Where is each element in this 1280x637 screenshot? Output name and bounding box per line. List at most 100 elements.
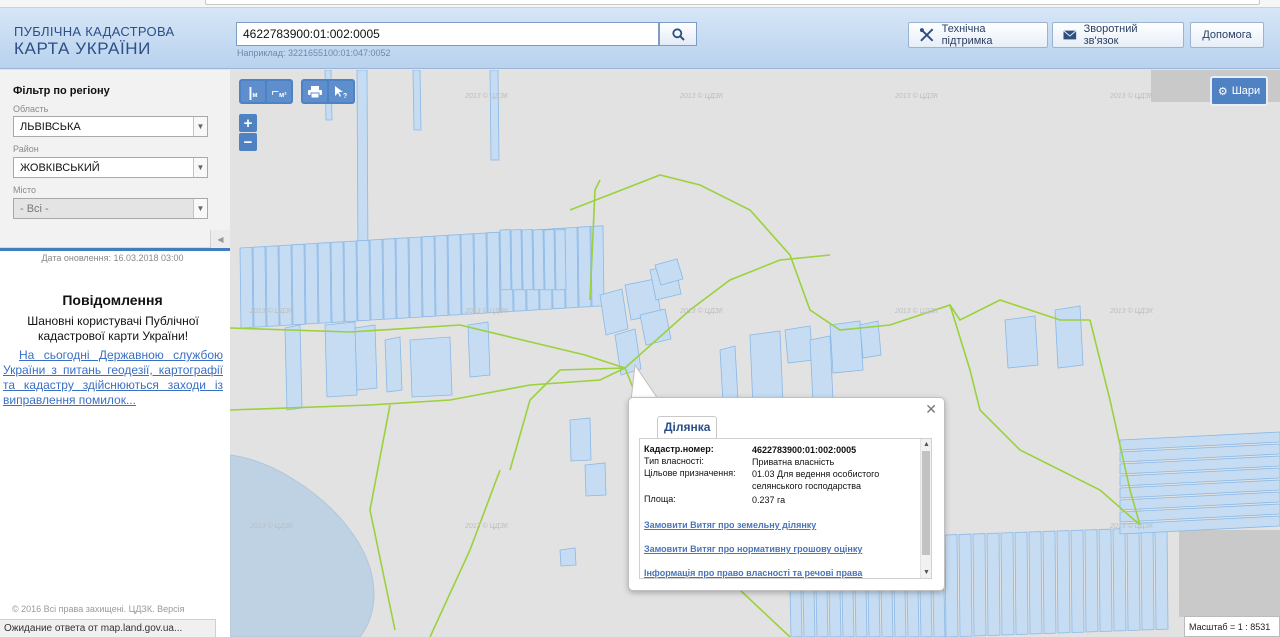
parcel[interactable] [809, 335, 834, 404]
parcel[interactable] [1140, 527, 1155, 631]
parcel[interactable] [854, 589, 868, 637]
parcel[interactable] [919, 589, 933, 637]
parcel[interactable] [521, 229, 534, 291]
parcel[interactable] [554, 229, 567, 291]
parcel[interactable] [473, 232, 488, 315]
support-button[interactable]: Технічна підтримка [908, 22, 1048, 48]
parcel[interactable] [1056, 530, 1071, 634]
ownership-info-link[interactable]: Інформація про право власності та речові… [644, 568, 862, 578]
notice-link[interactable]: На сьогодні Державною службою України з … [3, 348, 223, 408]
parcel[interactable] [932, 589, 946, 637]
search-button[interactable] [659, 22, 697, 46]
parcel[interactable] [239, 246, 254, 329]
parcel[interactable] [802, 589, 816, 637]
scroll-down-icon[interactable]: ▼ [921, 567, 931, 578]
parcel[interactable] [382, 238, 397, 320]
help-button[interactable]: Допомога [1190, 22, 1264, 48]
parcel[interactable] [958, 533, 973, 637]
layers-button[interactable]: ⚙ Шари [1210, 76, 1268, 106]
parcel[interactable] [1000, 532, 1015, 636]
parcel[interactable] [564, 226, 579, 309]
parcel[interactable] [784, 325, 814, 364]
identify-button[interactable]: ? [329, 81, 353, 102]
parcel[interactable] [460, 233, 475, 315]
order-extract-link[interactable]: Замовити Витяг про земельну ділянку [644, 520, 816, 530]
parcel[interactable] [719, 345, 739, 404]
collapse-sidebar-button[interactable]: ◀ [210, 230, 230, 248]
parcel[interactable] [577, 226, 592, 308]
parcel[interactable] [499, 229, 512, 291]
city-select[interactable]: - Всі - ▼ [13, 198, 208, 219]
address-bar[interactable] [205, 0, 1260, 5]
parcel[interactable] [1014, 531, 1029, 635]
parcel[interactable] [317, 242, 332, 324]
parcel[interactable] [1098, 528, 1113, 632]
parcel[interactable] [599, 288, 629, 336]
parcel[interactable] [486, 231, 501, 314]
parcel[interactable] [828, 589, 842, 637]
logo-line1[interactable]: ПУБЛІЧНА КАДАСТРОВА [14, 24, 174, 39]
parcel[interactable] [841, 589, 855, 637]
parcel[interactable] [543, 229, 556, 291]
parcel[interactable] [893, 589, 907, 637]
scroll-up-icon[interactable]: ▲ [921, 439, 931, 450]
parcel[interactable] [569, 417, 592, 462]
parcel[interactable] [1042, 530, 1057, 634]
parcel[interactable] [409, 336, 453, 398]
parcel[interactable] [789, 589, 803, 637]
parcel[interactable] [972, 533, 987, 637]
parcel[interactable] [815, 589, 829, 637]
tab-parcel[interactable]: Ділянка [657, 416, 718, 438]
parcel[interactable] [584, 462, 607, 497]
scroll-thumb[interactable] [922, 451, 930, 555]
parcel[interactable] [369, 238, 384, 321]
close-icon[interactable]: ✕ [925, 401, 937, 418]
parcel[interactable] [421, 235, 436, 318]
parcel[interactable] [395, 237, 410, 319]
parcel[interactable] [304, 242, 319, 325]
parcel[interactable] [252, 246, 267, 328]
parcel[interactable] [408, 236, 423, 319]
zoom-out-button[interactable]: − [239, 133, 257, 151]
parcel[interactable] [510, 229, 523, 291]
map-canvas[interactable]: 2013 © ЦДЗК 2013 © ЦДЗК 2013 © ЦДЗК 2013 © … [230, 70, 1280, 637]
raion-select[interactable]: ЖОВКІВСЬКИЙ ▼ [13, 157, 208, 178]
parcel[interactable] [291, 243, 306, 326]
parcel[interactable] [1112, 528, 1127, 632]
parcel[interactable] [434, 234, 449, 317]
parcel[interactable] [489, 70, 500, 161]
parcel[interactable] [284, 324, 303, 411]
parcel[interactable] [867, 589, 881, 637]
parcel[interactable] [559, 547, 577, 567]
parcel[interactable] [330, 241, 345, 323]
parcel[interactable] [324, 321, 358, 398]
oblast-select[interactable]: ЛЬВІВСЬКА ▼ [13, 116, 208, 137]
measure-distance-button[interactable]: | м [241, 81, 265, 102]
parcel[interactable] [412, 70, 422, 131]
parcel[interactable] [447, 234, 462, 316]
parcel[interactable] [1054, 305, 1084, 369]
print-button[interactable] [303, 81, 327, 102]
parcel[interactable] [639, 308, 672, 346]
parcel[interactable] [986, 532, 1001, 636]
parcel[interactable] [356, 239, 371, 322]
parcel[interactable] [944, 534, 959, 637]
parcel[interactable] [1028, 531, 1043, 635]
parcel[interactable] [384, 336, 403, 393]
parcel[interactable] [532, 229, 545, 291]
parcel[interactable] [1004, 315, 1039, 369]
zoom-in-button[interactable]: + [239, 114, 257, 132]
parcel[interactable] [1070, 529, 1085, 633]
logo-line2[interactable]: КАРТА УКРАЇНИ [14, 39, 151, 59]
parcel[interactable] [343, 240, 358, 323]
parcel[interactable] [1084, 529, 1099, 633]
parcel[interactable] [354, 324, 378, 391]
measure-area-button[interactable]: ⌐ м² [267, 81, 291, 102]
parcel[interactable] [880, 589, 894, 637]
parcel[interactable] [1154, 526, 1169, 630]
cadastral-search-input[interactable] [236, 22, 659, 46]
parcel[interactable] [906, 589, 920, 637]
parcel[interactable] [1126, 527, 1141, 631]
parcel[interactable] [356, 70, 369, 261]
popup-scrollbar[interactable]: ▲ ▼ [920, 439, 931, 578]
